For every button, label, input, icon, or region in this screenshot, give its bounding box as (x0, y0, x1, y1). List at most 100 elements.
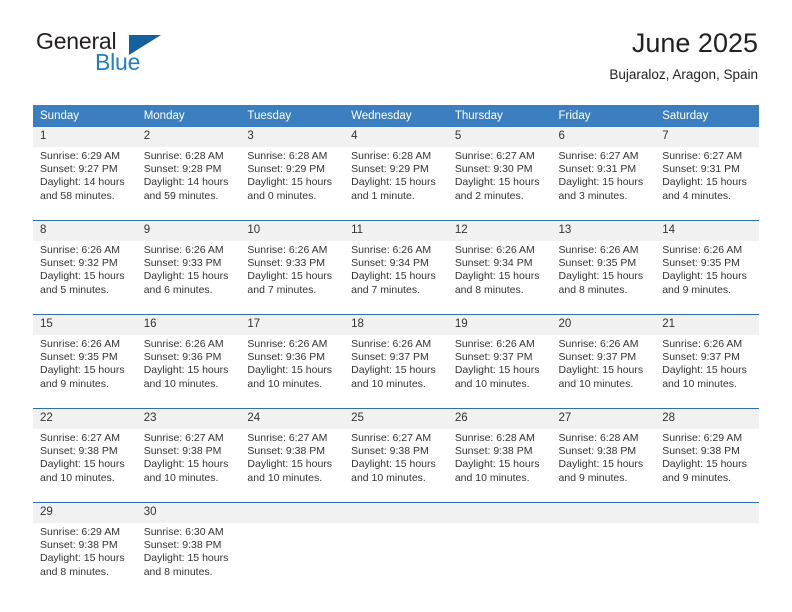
day-cell[interactable]: Sunrise: 6:26 AM Sunset: 9:33 PM Daylight:… (240, 241, 345, 315)
daylight-text: Daylight: 15 hours and 4 minutes. (662, 176, 747, 202)
sunset-text: Sunset: 9:38 PM (143, 539, 222, 552)
day-cell[interactable]: Sunrise: 6:26 AM Sunset: 9:34 PM Daylight:… (344, 241, 448, 315)
day-number[interactable]: 8 (33, 220, 137, 241)
page-title: June 2025 (631, 28, 758, 58)
daylight-text: Daylight: 15 hours and 3 minutes. (558, 176, 644, 202)
day-number[interactable]: 11 (344, 220, 448, 241)
title-block: June 2025 Bujaraloz, Aragon, Spain (609, 26, 758, 85)
day-number[interactable]: 20 (551, 314, 656, 335)
sunrise-text: Sunrise: 6:27 AM (351, 432, 432, 444)
sunrise-text: Sunrise: 6:26 AM (662, 244, 743, 256)
sunrise-text: Sunrise: 6:27 AM (558, 150, 639, 162)
day-cell[interactable]: Sunrise: 6:28 AM Sunset: 9:38 PM Daylight:… (551, 429, 656, 503)
sunset-text: Sunset: 9:38 PM (558, 445, 637, 458)
sunset-text: Sunset: 9:35 PM (558, 257, 637, 270)
day-cell-empty (344, 523, 448, 596)
day-number[interactable]: 7 (655, 127, 759, 147)
day-number[interactable]: 28 (655, 408, 759, 429)
day-cell[interactable]: Sunrise: 6:28 AM Sunset: 9:29 PM Daylight:… (240, 147, 345, 221)
day-number[interactable]: 22 (33, 408, 137, 429)
sunset-text: Sunset: 9:37 PM (558, 351, 637, 364)
day-cell[interactable]: Sunrise: 6:27 AM Sunset: 9:31 PM Daylight:… (551, 147, 656, 221)
sunset-text: Sunset: 9:29 PM (247, 163, 326, 176)
daylight-text: Daylight: 15 hours and 10 minutes. (143, 364, 229, 390)
day-number[interactable]: 21 (655, 314, 759, 335)
day-number[interactable]: 6 (551, 127, 656, 147)
day-cell[interactable]: Sunrise: 6:26 AM Sunset: 9:37 PM Daylight:… (344, 335, 448, 409)
day-cell[interactable]: Sunrise: 6:28 AM Sunset: 9:29 PM Daylight:… (344, 147, 448, 221)
sunset-text: Sunset: 9:37 PM (351, 351, 429, 364)
day-number[interactable]: 25 (344, 408, 448, 429)
sunrise-text: Sunrise: 6:26 AM (143, 244, 224, 256)
day-cell[interactable]: Sunrise: 6:27 AM Sunset: 9:38 PM Daylight:… (33, 429, 137, 503)
day-number[interactable]: 14 (655, 220, 759, 241)
day-number[interactable]: 5 (447, 127, 552, 147)
day-cell[interactable]: Sunrise: 6:29 AM Sunset: 9:38 PM Daylight:… (655, 429, 759, 503)
day-cell[interactable]: Sunrise: 6:26 AM Sunset: 9:36 PM Daylight:… (136, 335, 241, 409)
day-cell[interactable]: Sunrise: 6:27 AM Sunset: 9:38 PM Daylight:… (344, 429, 448, 503)
day-number[interactable]: 27 (551, 408, 656, 429)
day-cell[interactable]: Sunrise: 6:26 AM Sunset: 9:32 PM Daylight:… (33, 241, 137, 315)
day-number[interactable]: 17 (240, 314, 345, 335)
sunset-text: Sunset: 9:38 PM (247, 445, 326, 458)
day-cell[interactable]: Sunrise: 6:26 AM Sunset: 9:33 PM Daylight:… (136, 241, 241, 315)
day-cell[interactable]: Sunrise: 6:26 AM Sunset: 9:37 PM Daylight:… (551, 335, 656, 409)
brand-logo[interactable]: General Blue (34, 28, 254, 86)
daylight-text: Daylight: 15 hours and 9 minutes. (662, 458, 747, 484)
day-number[interactable]: 15 (33, 314, 137, 335)
day-number[interactable]: 1 (33, 127, 137, 147)
day-cell[interactable]: Sunrise: 6:30 AM Sunset: 9:38 PM Daylight:… (136, 523, 241, 596)
daylight-text: Daylight: 15 hours and 8 minutes. (558, 270, 644, 296)
day-cell[interactable]: Sunrise: 6:27 AM Sunset: 9:38 PM Daylight:… (136, 429, 241, 503)
day-cell[interactable]: Sunrise: 6:26 AM Sunset: 9:37 PM Daylight:… (447, 335, 552, 409)
day-cell[interactable]: Sunrise: 6:26 AM Sunset: 9:36 PM Daylight:… (240, 335, 345, 409)
day-number[interactable]: 10 (240, 220, 345, 241)
day-cell[interactable]: Sunrise: 6:26 AM Sunset: 9:35 PM Daylight:… (33, 335, 137, 409)
sunrise-text: Sunrise: 6:28 AM (454, 432, 535, 444)
day-number-empty (551, 502, 656, 523)
day-cell[interactable]: Sunrise: 6:28 AM Sunset: 9:28 PM Daylight:… (136, 147, 241, 221)
calendar-week-info-row: Sunrise: 6:29 AM Sunset: 9:27 PM Daylight:… (33, 147, 759, 221)
day-cell-empty (240, 523, 345, 596)
sunrise-text: Sunrise: 6:26 AM (143, 338, 224, 350)
day-number[interactable]: 16 (136, 314, 241, 335)
brand-name-blue: Blue (95, 49, 141, 75)
day-cell[interactable]: Sunrise: 6:26 AM Sunset: 9:34 PM Daylight:… (447, 241, 552, 315)
calendar-week-info-row: Sunrise: 6:27 AM Sunset: 9:38 PM Daylight:… (33, 429, 759, 503)
day-number-empty (240, 502, 345, 523)
calendar-week-numbers-row: 29 30 (33, 502, 759, 523)
day-number[interactable]: 30 (136, 502, 241, 523)
day-number[interactable]: 26 (447, 408, 552, 429)
sunrise-text: Sunrise: 6:26 AM (351, 338, 432, 350)
day-number[interactable]: 29 (33, 502, 137, 523)
day-number[interactable]: 23 (136, 408, 241, 429)
day-cell[interactable]: Sunrise: 6:27 AM Sunset: 9:30 PM Daylight:… (447, 147, 552, 221)
weekday-header-saturday: Saturday (655, 105, 759, 127)
sunset-text: Sunset: 9:37 PM (662, 351, 740, 364)
day-number[interactable]: 9 (136, 220, 241, 241)
day-number-empty (447, 502, 552, 523)
calendar-week-info-row: Sunrise: 6:29 AM Sunset: 9:38 PM Daylight:… (33, 523, 759, 596)
day-number[interactable]: 3 (240, 127, 345, 147)
day-cell[interactable]: Sunrise: 6:27 AM Sunset: 9:31 PM Daylight:… (655, 147, 759, 221)
day-cell[interactable]: Sunrise: 6:26 AM Sunset: 9:35 PM Daylight:… (551, 241, 656, 315)
sunset-text: Sunset: 9:35 PM (662, 257, 740, 270)
day-number[interactable]: 4 (344, 127, 448, 147)
day-cell-empty (655, 523, 759, 596)
day-cell[interactable]: Sunrise: 6:29 AM Sunset: 9:27 PM Daylight:… (33, 147, 137, 221)
day-cell[interactable]: Sunrise: 6:27 AM Sunset: 9:38 PM Daylight:… (240, 429, 345, 503)
day-cell[interactable]: Sunrise: 6:28 AM Sunset: 9:38 PM Daylight:… (447, 429, 552, 503)
day-cell[interactable]: Sunrise: 6:26 AM Sunset: 9:37 PM Daylight:… (655, 335, 759, 409)
day-number[interactable]: 13 (551, 220, 656, 241)
day-number[interactable]: 2 (136, 127, 241, 147)
day-number[interactable]: 18 (344, 314, 448, 335)
day-cell[interactable]: Sunrise: 6:26 AM Sunset: 9:35 PM Daylight:… (655, 241, 759, 315)
daylight-text: Daylight: 15 hours and 8 minutes. (40, 552, 125, 578)
day-number[interactable]: 12 (447, 220, 552, 241)
day-number-empty (655, 502, 759, 523)
day-cell[interactable]: Sunrise: 6:29 AM Sunset: 9:38 PM Daylight:… (33, 523, 137, 596)
sunset-text: Sunset: 9:30 PM (454, 163, 533, 176)
day-number[interactable]: 24 (240, 408, 345, 429)
sunrise-text: Sunrise: 6:29 AM (662, 432, 743, 444)
day-number[interactable]: 19 (447, 314, 552, 335)
